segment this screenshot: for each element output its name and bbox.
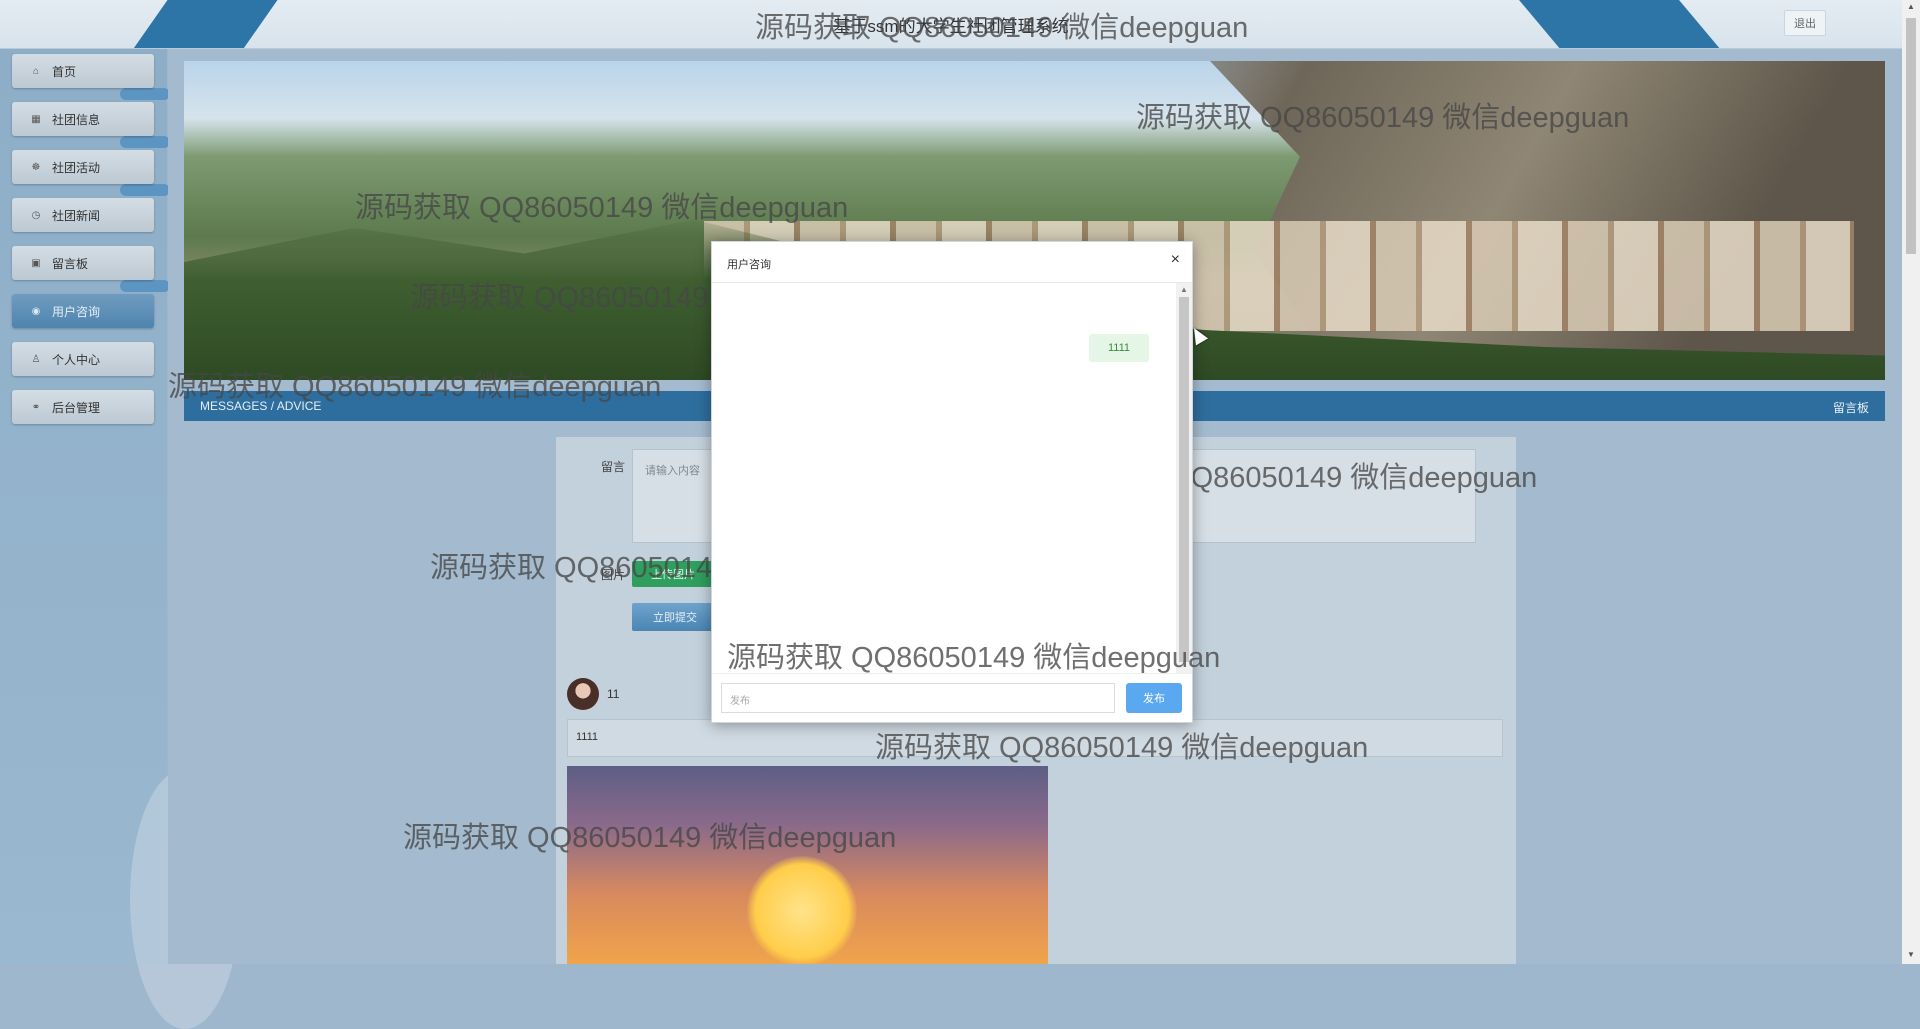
chat-scrollbar-thumb[interactable] [1179, 297, 1189, 662]
link-icon: ⚭ [31, 401, 41, 413]
message-icon: ▣ [31, 257, 41, 269]
home-icon: ⌂ [32, 65, 40, 77]
close-icon[interactable]: × [1171, 251, 1180, 269]
sidebar-item-label: 用户咨询 [52, 304, 101, 319]
logout-button[interactable]: 退出 [1784, 10, 1826, 36]
chat-input[interactable]: 发布 [721, 683, 1115, 713]
send-button[interactable]: 发布 [1126, 683, 1182, 713]
submit-button[interactable]: 立即提交 [632, 603, 718, 631]
sidebar-item-label: 社团活动 [52, 160, 101, 175]
upload-image-button[interactable]: 上传图片 [632, 561, 714, 587]
chat-history: 1111 [712, 283, 1175, 673]
user-icon: ♙ [31, 353, 41, 365]
sidebar-item-label: 首页 [52, 64, 77, 79]
sidebar-item-club-news[interactable]: ◷ 社团新闻 [12, 198, 154, 232]
news-icon: ◷ [31, 209, 41, 221]
sidebar-item-personal-center[interactable]: ♙ 个人中心 [12, 342, 154, 376]
breadcrumb[interactable]: 留言板 [1833, 399, 1869, 416]
page-scrollbar[interactable]: ▲ ▼ [1902, 0, 1920, 964]
sidebar-item-label: 个人中心 [52, 352, 101, 367]
top-header: 基于ssm的大学生社团管理系统 [0, 0, 1902, 49]
page-scrollbar-thumb[interactable] [1906, 18, 1916, 254]
consult-icon: ◉ [31, 305, 41, 317]
dialog-footer: 发布 发布 [712, 673, 1192, 723]
sidebar-decoration [120, 136, 170, 148]
scroll-up-arrow-icon[interactable]: ▲ [1907, 2, 1915, 11]
sidebar-item-label: 社团新闻 [52, 208, 101, 223]
dialog-title: 用户咨询 [727, 259, 771, 271]
sidebar-decoration [120, 88, 170, 100]
scroll-down-arrow-icon[interactable]: ▼ [1907, 950, 1915, 959]
sidebar-decoration [120, 280, 170, 292]
message-label: 留言 [601, 460, 626, 474]
sidebar-item-club-activity[interactable]: ☸ 社团活动 [12, 150, 154, 184]
chat-scrollbar[interactable]: ▲ [1176, 283, 1192, 673]
chat-message-bubble: 1111 [1089, 334, 1149, 362]
sidebar-item-label: 社团信息 [52, 112, 101, 127]
sidebar-decoration [120, 184, 170, 196]
comment-content: 1111 [567, 719, 1503, 757]
sidebar-item-home[interactable]: ⌂ 首页 [12, 54, 154, 88]
image-label: 图片 [601, 568, 626, 582]
sidebar-item-label: 后台管理 [52, 400, 101, 415]
info-icon: ▦ [31, 113, 41, 125]
consult-dialog: 用户咨询 × 1111 ▲ 发布 发布 [711, 241, 1193, 723]
sidebar-item-message-board[interactable]: ▣ 留言板 [12, 246, 154, 280]
sidebar-item-user-consult[interactable]: ◉ 用户咨询 [12, 294, 154, 328]
scroll-up-arrow-icon[interactable]: ▲ [1180, 285, 1188, 294]
comment-image [567, 766, 1048, 964]
activity-icon: ☸ [31, 161, 41, 173]
dialog-header: 用户咨询 × [712, 242, 1192, 283]
comment-username: 11 [607, 687, 620, 701]
sidebar-item-club-info[interactable]: ▦ 社团信息 [12, 102, 154, 136]
avatar [567, 678, 599, 710]
sidebar-item-label: 留言板 [52, 256, 89, 271]
comment-image-sun [747, 856, 857, 964]
sidebar-item-admin[interactable]: ⚭ 后台管理 [12, 390, 154, 424]
site-title: 基于ssm的大学生社团管理系统 [833, 17, 1069, 36]
section-title: MESSAGES / ADVICE [200, 399, 322, 413]
